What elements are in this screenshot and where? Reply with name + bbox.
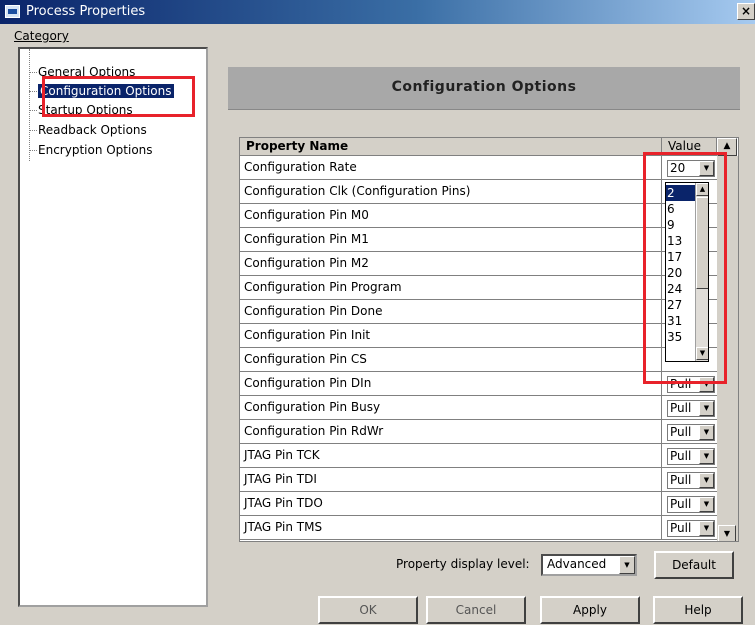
dropdown-option[interactable]: 31 (666, 313, 695, 329)
property-name-cell: JTAG Pin TMS (240, 516, 662, 539)
property-name-cell: Configuration Pin RdWr (240, 420, 662, 443)
property-name-cell: Configuration Clk (Configuration Pins) (240, 180, 662, 203)
table-scroll-down-button[interactable]: ▼ (718, 525, 736, 541)
property-name-cell: JTAG Pin TDI (240, 468, 662, 491)
section-heading: Configuration Options (391, 79, 577, 95)
section-heading-bar: Configuration Options (228, 67, 740, 110)
display-level-label: Property display level: (396, 557, 530, 571)
chevron-down-icon[interactable]: ▼ (699, 425, 714, 440)
chevron-down-icon[interactable]: ▼ (699, 497, 714, 512)
property-value-text: Pull (670, 449, 692, 463)
chevron-down-icon[interactable]: ▼ (699, 521, 714, 536)
tree-item-label: Readback Options (38, 123, 147, 137)
apply-button[interactable]: Apply (540, 596, 640, 624)
property-value-select[interactable]: Pull ▼ (667, 496, 715, 513)
ok-button[interactable]: OK (318, 596, 418, 624)
configuration-rate-dropdown-list[interactable]: 2 6 9 13 17 20 24 27 31 35 ▲ ▼ (665, 182, 709, 362)
tree-highlight-box (42, 76, 195, 117)
property-name-cell: JTAG Pin TCK (240, 444, 662, 467)
property-value-select[interactable]: Pull ▼ (667, 448, 715, 465)
table-row[interactable]: Configuration Pin Busy Pull ▼ (240, 396, 717, 420)
column-header-property-name[interactable]: Property Name (240, 138, 662, 156)
property-value-select[interactable]: Pull ▼ (667, 400, 715, 417)
window-title: Process Properties (26, 4, 146, 19)
dropdown-option[interactable]: 27 (666, 297, 695, 313)
default-button[interactable]: Default (654, 551, 734, 579)
dropdown-option[interactable]: 17 (666, 249, 695, 265)
property-name-cell: Configuration Pin DIn (240, 372, 662, 395)
dropdown-option[interactable]: 2 (666, 185, 695, 201)
property-value-text: Pull (670, 401, 692, 415)
property-name-cell: Configuration Pin M0 (240, 204, 662, 227)
chevron-down-icon[interactable]: ▼ (699, 401, 714, 416)
category-label-text: Category (14, 29, 69, 43)
dropdown-scroll-up-button[interactable]: ▲ (696, 183, 708, 196)
property-name-cell: Configuration Pin M1 (240, 228, 662, 251)
property-name-cell: JTAG Pin TDO (240, 492, 662, 515)
cancel-button[interactable]: Cancel (426, 596, 526, 624)
display-level-value: Advanced (547, 557, 607, 571)
property-name-cell: Configuration Rate (240, 156, 662, 179)
property-value-select[interactable]: Pull ▼ (667, 472, 715, 489)
dropdown-option[interactable]: 13 (666, 233, 695, 249)
property-name-cell: Configuration Pin M2 (240, 252, 662, 275)
dropdown-scrollbar[interactable]: ▲ ▼ (695, 183, 708, 361)
table-row[interactable]: Configuration Pin RdWr Pull ▼ (240, 420, 717, 444)
property-name-cell: Configuration Pin Init (240, 324, 662, 347)
close-button[interactable]: × (737, 3, 755, 20)
property-value-text: Pull (670, 425, 692, 439)
chevron-down-icon[interactable]: ▼ (699, 473, 714, 488)
table-row[interactable]: JTAG Pin TDO Pull ▼ (240, 492, 717, 516)
property-value-select[interactable]: Pull ▼ (667, 424, 715, 441)
chevron-down-icon[interactable]: ▼ (619, 556, 635, 574)
property-value-text: Pull (670, 473, 692, 487)
property-value-text: Pull (670, 497, 692, 511)
table-row[interactable]: JTAG Pin TDI Pull ▼ (240, 468, 717, 492)
tree-item-label: Encryption Options (38, 143, 153, 157)
dropdown-option[interactable]: 24 (666, 281, 695, 297)
display-level-select[interactable]: Advanced ▼ (541, 554, 637, 576)
category-tree: General Options Configuration Options St… (18, 47, 208, 607)
dropdown-scroll-down-button[interactable]: ▼ (696, 347, 708, 360)
tree-item-encryption-options[interactable]: Encryption Options (29, 141, 153, 159)
property-value-select[interactable]: Pull ▼ (667, 520, 715, 537)
property-name-cell: Configuration Pin Done (240, 300, 662, 323)
dropdown-option[interactable]: 35 (666, 329, 695, 345)
property-value-text: Pull (670, 521, 692, 535)
process-properties-dialog: Process Properties × Category General Op… (0, 0, 755, 625)
dropdown-option[interactable]: 9 (666, 217, 695, 233)
property-name-cell: Configuration Pin Busy (240, 396, 662, 419)
help-button[interactable]: Help (653, 596, 743, 624)
dropdown-scroll-thumb[interactable] (696, 197, 708, 289)
dropdown-option[interactable]: 20 (666, 265, 695, 281)
property-name-cell: Configuration Pin CS (240, 348, 662, 371)
chevron-down-icon[interactable]: ▼ (699, 449, 714, 464)
table-row[interactable]: JTAG Pin TMS Pull ▼ (240, 516, 717, 540)
app-icon (5, 5, 20, 18)
property-name-cell: Configuration Pin Program (240, 276, 662, 299)
table-row[interactable]: JTAG Pin TCK Pull ▼ (240, 444, 717, 468)
category-label: Category (14, 29, 69, 43)
title-bar[interactable]: Process Properties × (0, 0, 755, 24)
dropdown-option[interactable]: 6 (666, 201, 695, 217)
tree-item-readback-options[interactable]: Readback Options (29, 121, 147, 139)
